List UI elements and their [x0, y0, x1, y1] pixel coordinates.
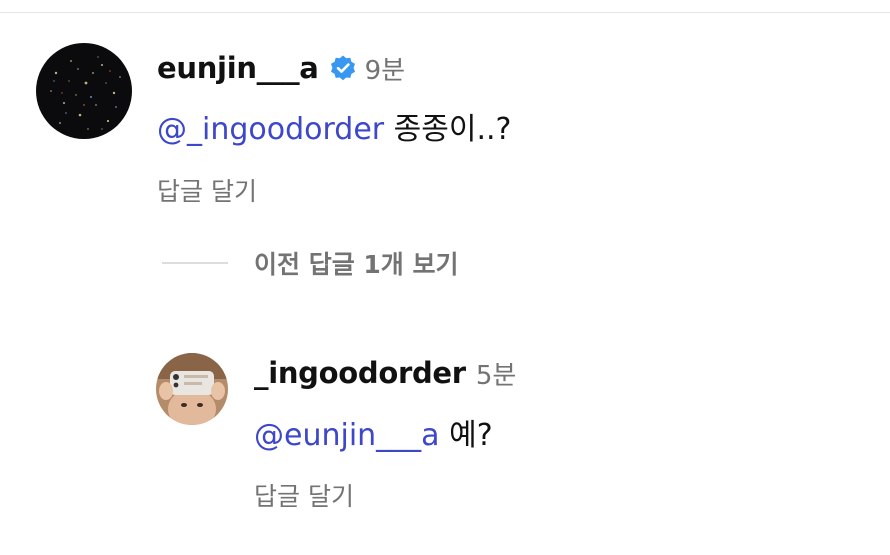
comment-reply-button[interactable]: 답글 달기 — [157, 172, 257, 208]
reply-time: 5분 — [475, 360, 517, 391]
verified-badge-icon — [329, 54, 357, 82]
avatar[interactable] — [36, 43, 132, 139]
reply-username[interactable]: _ingoodorder — [254, 356, 466, 390]
top-divider — [0, 0, 890, 13]
reply-avatar[interactable] — [156, 353, 228, 425]
comment-time: 9분 — [364, 55, 406, 86]
reply-text: @eunjin___a 예? — [254, 410, 493, 454]
comment-header: eunjin___a 9분 — [157, 48, 405, 88]
replies-divider-line — [162, 262, 228, 264]
reply-header: _ingoodorder 5분 — [254, 353, 516, 393]
reply-body: 예? — [439, 418, 493, 453]
comment-body: 종종이..? — [384, 112, 512, 147]
comment-mention-link[interactable]: @_ingoodorder — [157, 112, 384, 147]
comment-text: @_ingoodorder 종종이..? — [157, 104, 511, 148]
view-previous-replies-label: 이전 답글 1개 보기 — [254, 250, 459, 279]
comment-username[interactable]: eunjin___a — [157, 51, 319, 85]
reply-reply-button[interactable]: 답글 달기 — [254, 477, 354, 513]
reply-mention-link[interactable]: @eunjin___a — [254, 418, 440, 453]
view-previous-replies-button[interactable]: 이전 답글 1개 보기 — [162, 245, 459, 281]
